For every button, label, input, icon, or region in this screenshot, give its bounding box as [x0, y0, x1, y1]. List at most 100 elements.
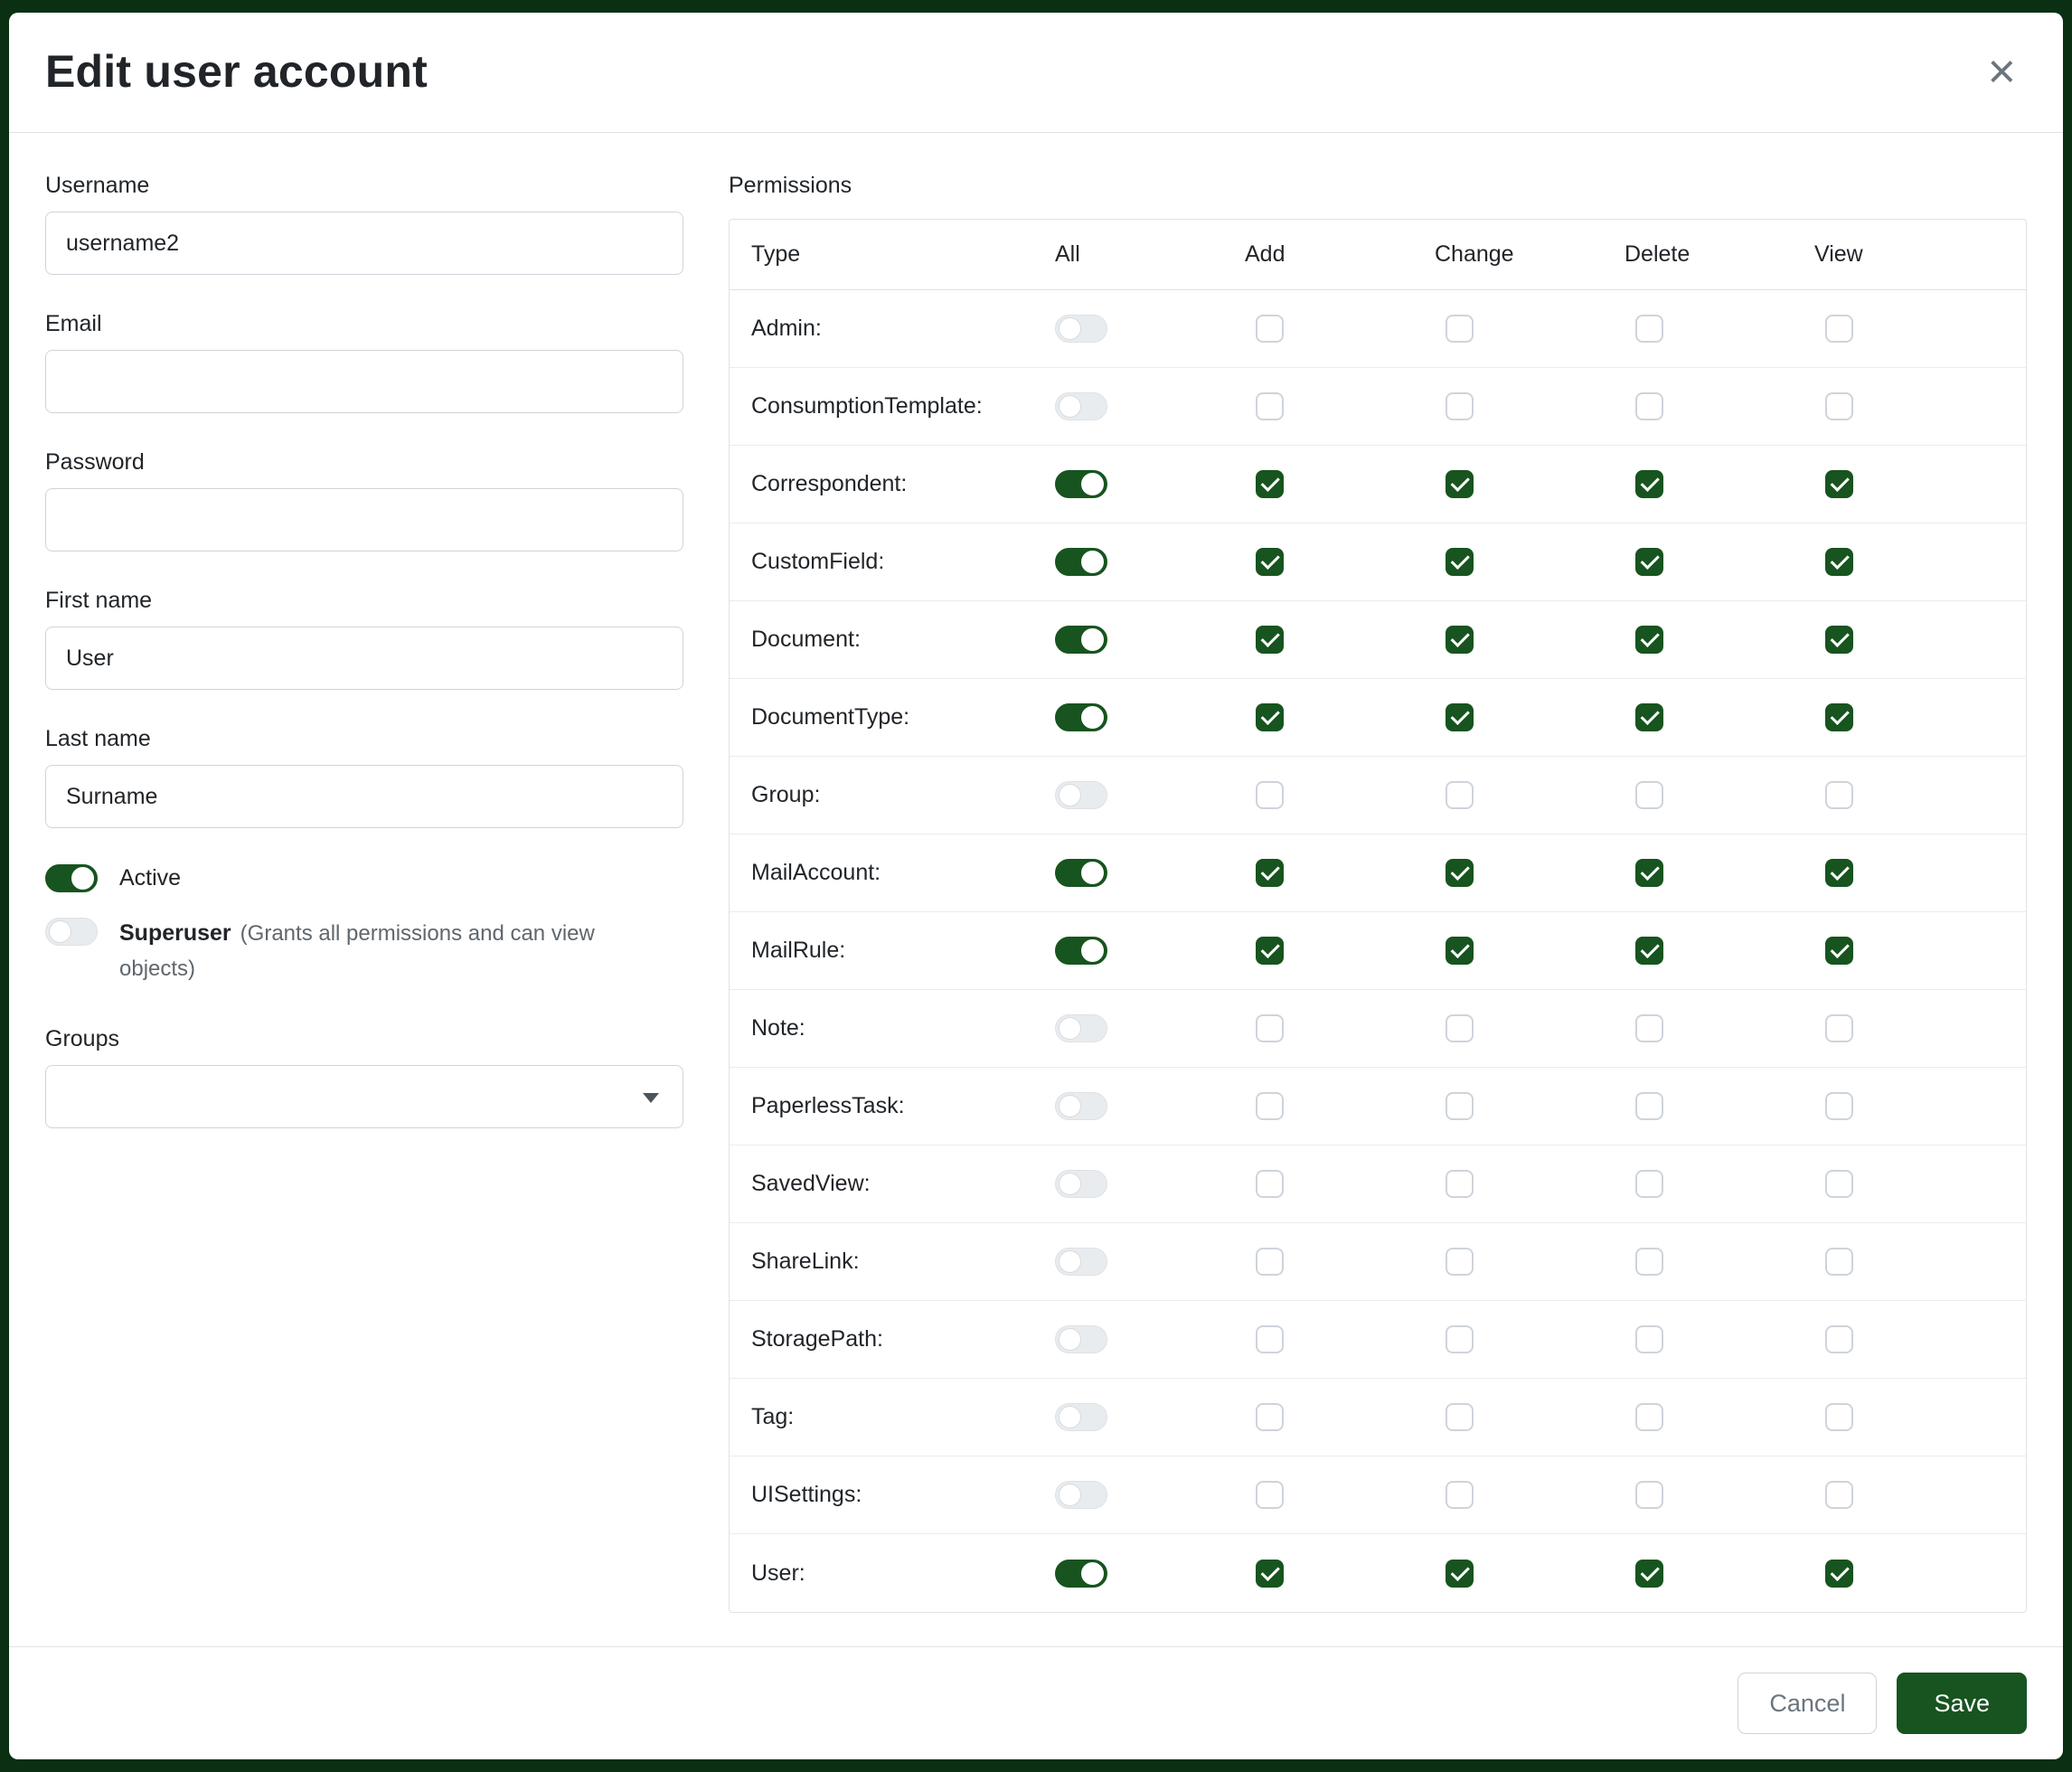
- permission-delete-checkbox[interactable]: [1635, 1248, 1663, 1276]
- permission-delete-checkbox[interactable]: [1635, 548, 1663, 576]
- save-button[interactable]: Save: [1897, 1673, 2027, 1734]
- permission-all-toggle[interactable]: [1055, 1092, 1107, 1120]
- permission-change-checkbox[interactable]: [1446, 781, 1474, 809]
- permission-add-checkbox[interactable]: [1256, 1014, 1284, 1042]
- permission-add-checkbox[interactable]: [1256, 703, 1284, 731]
- permission-delete-checkbox[interactable]: [1635, 1403, 1663, 1431]
- permission-add-checkbox[interactable]: [1256, 1325, 1284, 1353]
- permission-view-checkbox[interactable]: [1825, 859, 1853, 887]
- active-toggle[interactable]: [45, 864, 98, 892]
- permission-add-checkbox[interactable]: [1256, 1403, 1284, 1431]
- permission-change-checkbox[interactable]: [1446, 1170, 1474, 1198]
- groups-select[interactable]: [45, 1065, 683, 1128]
- last-name-field[interactable]: [45, 765, 683, 828]
- permission-all-toggle[interactable]: [1055, 1560, 1107, 1588]
- permission-change-checkbox[interactable]: [1446, 1481, 1474, 1509]
- permission-change-checkbox[interactable]: [1446, 315, 1474, 343]
- permission-add-checkbox[interactable]: [1256, 1170, 1284, 1198]
- permission-delete-checkbox[interactable]: [1635, 626, 1663, 654]
- toggle-knob: [1081, 473, 1104, 495]
- permission-all-toggle[interactable]: [1055, 781, 1107, 809]
- permission-change-checkbox[interactable]: [1446, 1014, 1474, 1042]
- permission-view-checkbox[interactable]: [1825, 1170, 1853, 1198]
- permission-view-checkbox[interactable]: [1825, 315, 1853, 343]
- permission-view-checkbox[interactable]: [1825, 1560, 1853, 1588]
- permission-type-label: DocumentType:: [751, 704, 909, 730]
- permission-delete-checkbox[interactable]: [1635, 315, 1663, 343]
- permission-all-toggle[interactable]: [1055, 548, 1107, 576]
- permission-change-checkbox[interactable]: [1446, 626, 1474, 654]
- permission-change-checkbox[interactable]: [1446, 1560, 1474, 1588]
- permission-all-toggle[interactable]: [1055, 626, 1107, 654]
- permission-all-toggle[interactable]: [1055, 1403, 1107, 1431]
- permission-delete-checkbox[interactable]: [1635, 1560, 1663, 1588]
- permission-all-toggle[interactable]: [1055, 315, 1107, 343]
- table-row: MailAccount:: [730, 834, 2026, 912]
- permission-change-checkbox[interactable]: [1446, 548, 1474, 576]
- close-icon[interactable]: ×: [1980, 43, 2023, 99]
- permission-change-checkbox[interactable]: [1446, 1092, 1474, 1120]
- permission-all-toggle[interactable]: [1055, 1481, 1107, 1509]
- permission-delete-checkbox[interactable]: [1635, 392, 1663, 420]
- first-name-field[interactable]: [45, 627, 683, 690]
- password-field[interactable]: [45, 488, 683, 551]
- permission-add-checkbox[interactable]: [1256, 392, 1284, 420]
- permission-change-checkbox[interactable]: [1446, 470, 1474, 498]
- permission-add-checkbox[interactable]: [1256, 937, 1284, 965]
- permission-add-checkbox[interactable]: [1256, 626, 1284, 654]
- cancel-button[interactable]: Cancel: [1738, 1673, 1877, 1734]
- permission-view-checkbox[interactable]: [1825, 392, 1853, 420]
- permission-all-toggle[interactable]: [1055, 1248, 1107, 1276]
- permission-add-checkbox[interactable]: [1256, 315, 1284, 343]
- permission-change-checkbox[interactable]: [1446, 392, 1474, 420]
- permission-view-checkbox[interactable]: [1825, 1403, 1853, 1431]
- permission-view-checkbox[interactable]: [1825, 1092, 1853, 1120]
- permission-delete-checkbox[interactable]: [1635, 781, 1663, 809]
- permission-add-checkbox[interactable]: [1256, 1481, 1284, 1509]
- permission-add-checkbox[interactable]: [1256, 1092, 1284, 1120]
- permission-delete-checkbox[interactable]: [1635, 859, 1663, 887]
- permission-delete-checkbox[interactable]: [1635, 937, 1663, 965]
- username-input[interactable]: [45, 212, 683, 275]
- permission-change-checkbox[interactable]: [1446, 859, 1474, 887]
- permission-view-checkbox[interactable]: [1825, 1481, 1853, 1509]
- permission-view-checkbox[interactable]: [1825, 703, 1853, 731]
- permission-view-checkbox[interactable]: [1825, 1325, 1853, 1353]
- permission-change-checkbox[interactable]: [1446, 703, 1474, 731]
- permission-all-toggle[interactable]: [1055, 859, 1107, 887]
- permission-view-checkbox[interactable]: [1825, 937, 1853, 965]
- permission-add-checkbox[interactable]: [1256, 781, 1284, 809]
- permission-all-toggle[interactable]: [1055, 937, 1107, 965]
- permission-delete-checkbox[interactable]: [1635, 1014, 1663, 1042]
- permission-add-checkbox[interactable]: [1256, 470, 1284, 498]
- permission-view-checkbox[interactable]: [1825, 781, 1853, 809]
- superuser-toggle[interactable]: [45, 918, 98, 946]
- permission-delete-checkbox[interactable]: [1635, 703, 1663, 731]
- email-field[interactable]: [45, 350, 683, 413]
- permission-delete-checkbox[interactable]: [1635, 1325, 1663, 1353]
- permission-change-checkbox[interactable]: [1446, 1248, 1474, 1276]
- permission-add-checkbox[interactable]: [1256, 548, 1284, 576]
- permission-all-toggle[interactable]: [1055, 1014, 1107, 1042]
- groups-label: Groups: [45, 1026, 683, 1052]
- permission-view-checkbox[interactable]: [1825, 1014, 1853, 1042]
- permission-view-checkbox[interactable]: [1825, 548, 1853, 576]
- permission-change-checkbox[interactable]: [1446, 1403, 1474, 1431]
- permission-view-checkbox[interactable]: [1825, 626, 1853, 654]
- permission-delete-checkbox[interactable]: [1635, 470, 1663, 498]
- permission-change-checkbox[interactable]: [1446, 1325, 1474, 1353]
- permission-delete-checkbox[interactable]: [1635, 1481, 1663, 1509]
- permission-view-checkbox[interactable]: [1825, 1248, 1853, 1276]
- permission-add-checkbox[interactable]: [1256, 1560, 1284, 1588]
- permission-all-toggle[interactable]: [1055, 470, 1107, 498]
- permission-all-toggle[interactable]: [1055, 1170, 1107, 1198]
- permission-all-toggle[interactable]: [1055, 1325, 1107, 1353]
- permission-view-checkbox[interactable]: [1825, 470, 1853, 498]
- permission-add-checkbox[interactable]: [1256, 1248, 1284, 1276]
- permission-add-checkbox[interactable]: [1256, 859, 1284, 887]
- permission-change-checkbox[interactable]: [1446, 937, 1474, 965]
- permission-all-toggle[interactable]: [1055, 703, 1107, 731]
- permission-all-toggle[interactable]: [1055, 392, 1107, 420]
- permission-delete-checkbox[interactable]: [1635, 1092, 1663, 1120]
- permission-delete-checkbox[interactable]: [1635, 1170, 1663, 1198]
